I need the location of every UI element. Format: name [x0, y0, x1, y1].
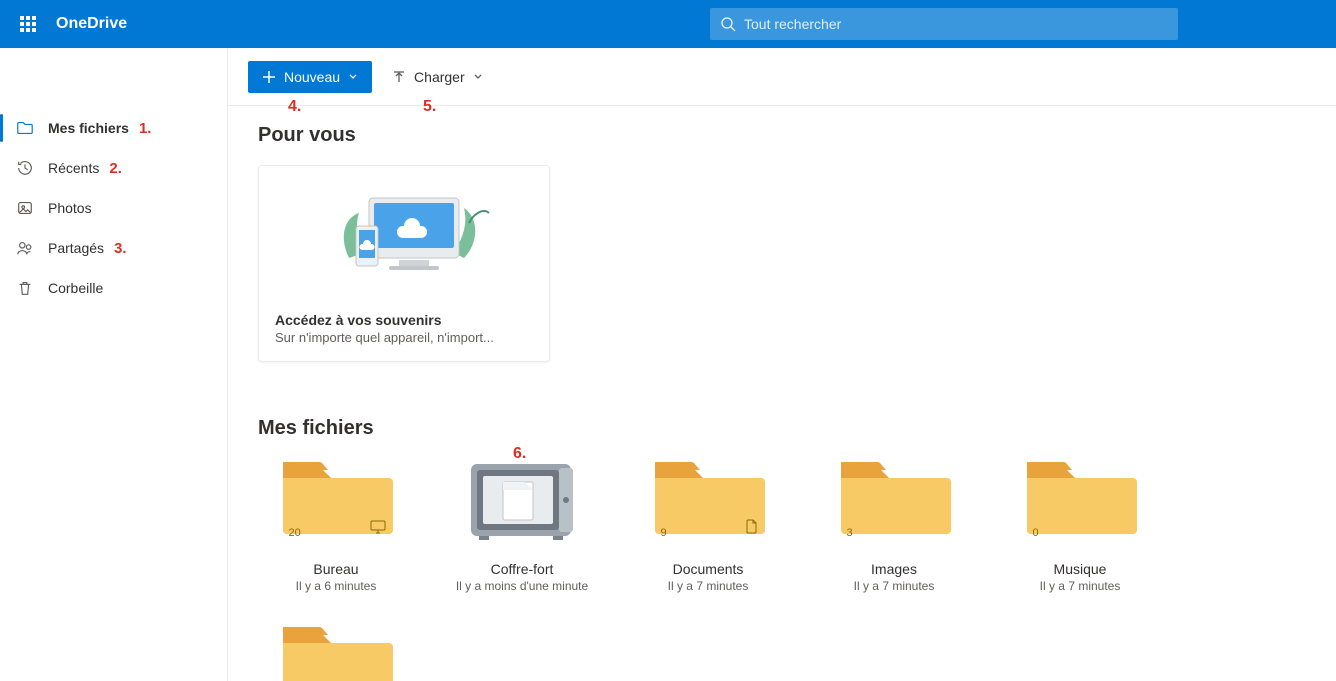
- trash-icon: [16, 279, 34, 297]
- app-header: OneDrive: [0, 0, 1336, 48]
- brand-title: OneDrive: [56, 15, 127, 33]
- sidebar-item-recent[interactable]: Récents 2.: [0, 148, 227, 188]
- toolbar: Nouveau Charger 4. 5.: [228, 48, 1336, 106]
- new-button-label: Nouveau: [284, 69, 340, 85]
- new-button[interactable]: Nouveau: [248, 61, 372, 93]
- content: Pour vous: [228, 106, 1336, 681]
- file-subtitle: Il y a 7 minutes: [1040, 579, 1121, 593]
- for-you-card[interactable]: Accédez à vos souvenirs Sur n'importe qu…: [258, 165, 550, 362]
- card-subtitle: Sur n'importe quel appareil, n'import...: [275, 330, 533, 345]
- file-name: Bureau: [313, 561, 358, 577]
- sidebar-item-label: Corbeille: [48, 280, 103, 296]
- file-item-musique[interactable]: 0 Musique Il y a 7 minutes: [1002, 458, 1158, 593]
- file-subtitle: Il y a 7 minutes: [668, 579, 749, 593]
- file-name: Coffre-fort: [491, 561, 554, 577]
- sidebar: Mes fichiers 1. Récents 2. Photos Partag…: [0, 48, 228, 681]
- files-section: Mes fichiers 6. 20 Bureau Il y a 6 minut…: [258, 417, 1306, 681]
- search-box[interactable]: [710, 8, 1178, 40]
- main: Nouveau Charger 4. 5. Pour vous: [228, 48, 1336, 681]
- folder-icon: 3: [837, 458, 952, 543]
- annotation-1: 1.: [139, 120, 152, 137]
- file-name: Musique: [1054, 561, 1107, 577]
- upload-icon: [392, 70, 406, 84]
- file-name: Images: [871, 561, 917, 577]
- file-subtitle: Il y a 7 minutes: [854, 579, 935, 593]
- upload-button-label: Charger: [414, 69, 465, 85]
- photo-icon: [16, 199, 34, 217]
- sidebar-item-my-files[interactable]: Mes fichiers 1.: [0, 108, 227, 148]
- chevron-down-icon: [348, 72, 358, 82]
- card-illustration: [259, 166, 549, 300]
- upload-button[interactable]: Charger: [382, 61, 493, 93]
- file-item-coffre-fort[interactable]: Coffre-fort Il y a moins d'une minute: [444, 458, 600, 593]
- for-you-title: Pour vous: [258, 124, 1306, 147]
- files-grid: 20 Bureau Il y a 6 minutes Coffre-fort I…: [258, 458, 1306, 681]
- search-icon: [720, 16, 736, 32]
- card-title: Accédez à vos souvenirs: [275, 312, 533, 328]
- file-item-bureau[interactable]: 20 Bureau Il y a 6 minutes: [258, 458, 414, 593]
- file-item-pièces-jointes[interactable]: 0 Pièces jointes 20/11/2018: [258, 623, 414, 681]
- waffle-icon: [20, 16, 36, 32]
- annotation-2: 2.: [109, 160, 122, 177]
- sidebar-item-photos[interactable]: Photos: [0, 188, 227, 228]
- chevron-down-icon: [473, 72, 483, 82]
- shell: Mes fichiers 1. Récents 2. Photos Partag…: [0, 48, 1336, 681]
- annotation-3: 3.: [114, 240, 127, 257]
- folder-icon: 0: [279, 623, 394, 681]
- files-title: Mes fichiers: [258, 417, 1306, 440]
- plus-icon: [262, 70, 276, 84]
- sidebar-item-shared[interactable]: Partagés 3.: [0, 228, 227, 268]
- app-launcher-button[interactable]: [8, 4, 48, 44]
- vault-icon: [465, 458, 580, 543]
- devices-cloud-icon: [314, 178, 494, 288]
- folder-icon: 20: [279, 458, 394, 543]
- file-subtitle: Il y a moins d'une minute: [456, 579, 588, 593]
- file-name: Documents: [673, 561, 744, 577]
- sidebar-item-label: Mes fichiers: [48, 120, 129, 136]
- folder-icon: 0: [1023, 458, 1138, 543]
- card-body: Accédez à vos souvenirs Sur n'importe qu…: [259, 300, 549, 361]
- search-input[interactable]: [744, 16, 1168, 32]
- sidebar-item-label: Photos: [48, 200, 92, 216]
- file-item-documents[interactable]: 9 Documents Il y a 7 minutes: [630, 458, 786, 593]
- people-icon: [16, 239, 34, 257]
- clock-icon: [16, 159, 34, 177]
- file-subtitle: Il y a 6 minutes: [296, 579, 377, 593]
- file-item-images[interactable]: 3 Images Il y a 7 minutes: [816, 458, 972, 593]
- folder-icon: [16, 119, 34, 137]
- sidebar-item-trash[interactable]: Corbeille: [0, 268, 227, 308]
- folder-icon: 9: [651, 458, 766, 543]
- sidebar-item-label: Partagés: [48, 240, 104, 256]
- search-wrap: [710, 8, 1178, 40]
- sidebar-item-label: Récents: [48, 160, 99, 176]
